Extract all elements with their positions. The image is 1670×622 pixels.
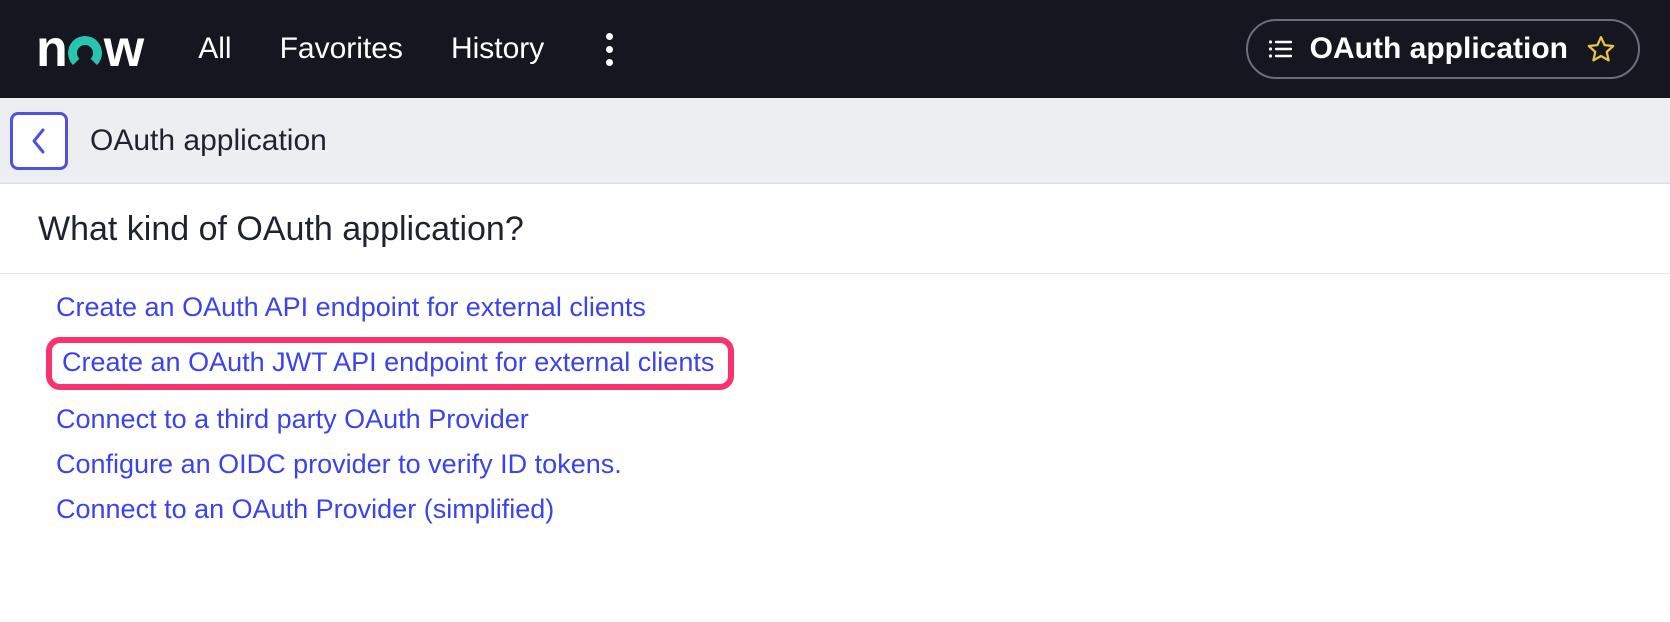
logo[interactable]: nw [36, 19, 142, 79]
page-title: What kind of OAuth application? [0, 184, 1670, 274]
logo-o-icon [68, 36, 102, 70]
option-configure-oidc-provider[interactable]: Configure an OIDC provider to verify ID … [56, 449, 622, 480]
back-button[interactable] [10, 112, 68, 170]
primary-nav: All Favorites History [198, 25, 621, 74]
nav-all[interactable]: All [198, 32, 231, 66]
breadcrumb-title: OAuth application [90, 124, 327, 158]
list-icon [1268, 39, 1292, 59]
nav-history[interactable]: History [451, 32, 544, 66]
highlight-annotation: Create an OAuth JWT API endpoint for ext… [46, 337, 734, 390]
logo-letter: w [104, 19, 142, 79]
context-pill[interactable]: OAuth application [1246, 19, 1640, 79]
oauth-type-options: Create an OAuth API endpoint for externa… [0, 274, 1670, 525]
option-create-oauth-jwt-api-endpoint[interactable]: Create an OAuth JWT API endpoint for ext… [62, 347, 714, 377]
option-connect-oauth-simplified[interactable]: Connect to an OAuth Provider (simplified… [56, 494, 554, 525]
star-icon[interactable] [1586, 34, 1616, 64]
option-connect-third-party-oauth[interactable]: Connect to a third party OAuth Provider [56, 404, 529, 435]
more-menu-icon[interactable] [598, 25, 621, 74]
main-content: What kind of OAuth application? Create a… [0, 184, 1670, 525]
nav-favorites[interactable]: Favorites [280, 32, 403, 66]
option-create-oauth-api-endpoint[interactable]: Create an OAuth API endpoint for externa… [56, 292, 646, 323]
logo-letter: n [36, 19, 66, 79]
sub-header: OAuth application [0, 98, 1670, 184]
top-bar: nw All Favorites History OAuth applicati… [0, 0, 1670, 98]
chevron-left-icon [28, 126, 50, 156]
context-label: OAuth application [1310, 32, 1568, 66]
